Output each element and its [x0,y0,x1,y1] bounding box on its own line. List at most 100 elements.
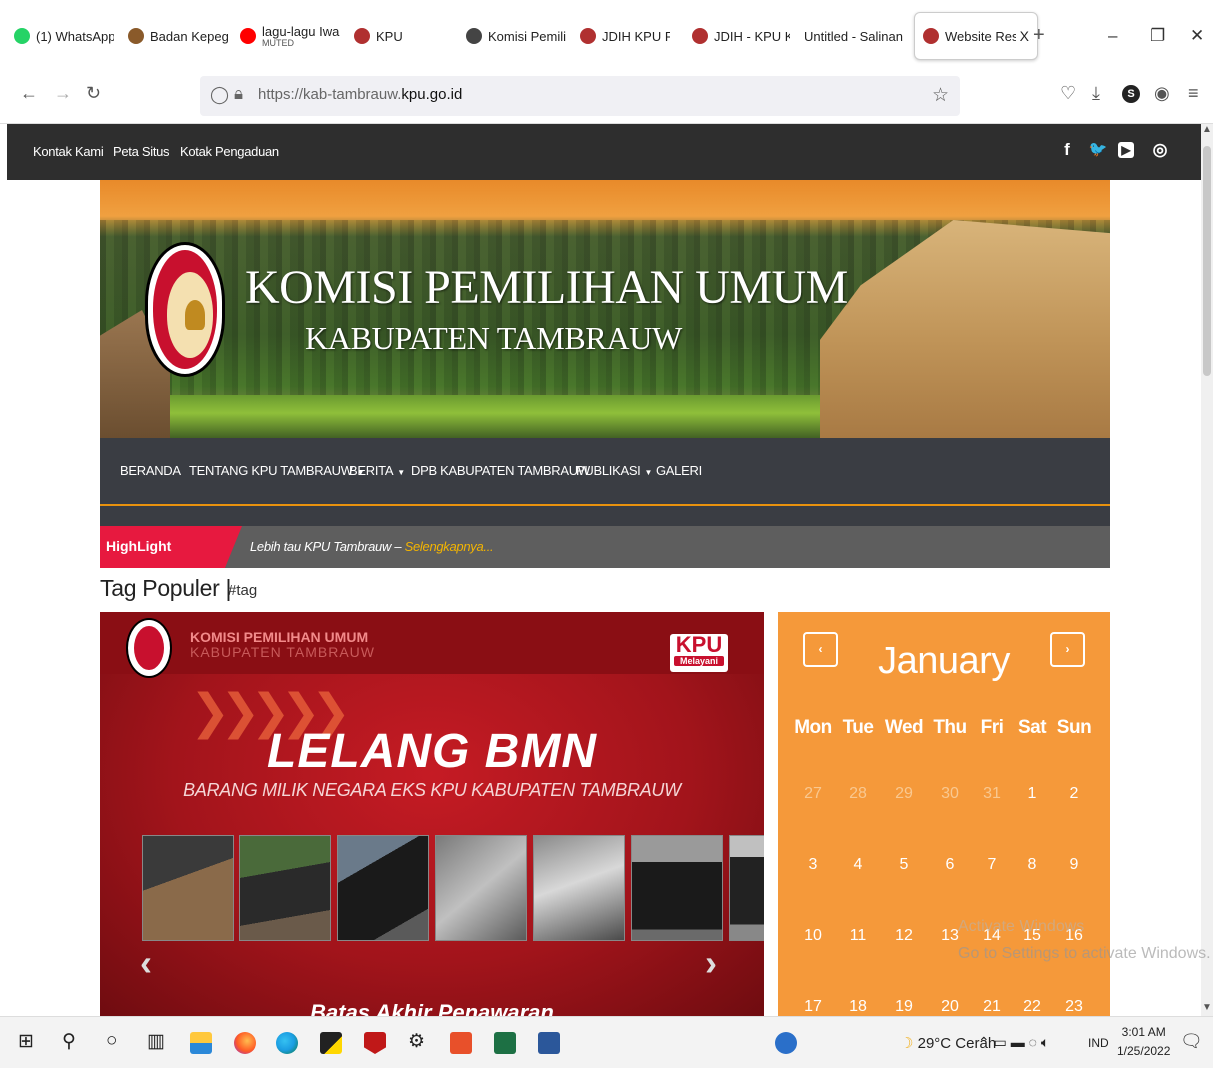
calendar-day[interactable]: 8 [1009,856,1055,874]
account-icon[interactable]: S [1122,85,1140,103]
browser-tab[interactable]: JDIH KPU RI [580,14,670,58]
reload-icon[interactable]: ↻ [86,83,101,104]
shield-icon[interactable]: ◯ [210,85,229,105]
browser-tab[interactable]: JDIH - KPU KOTA [692,14,790,58]
calendar-day[interactable]: 1 [1009,785,1055,803]
slider-org-name: KOMISI PEMILIHAN UMUM [190,629,369,645]
download-icon[interactable]: ⤓ [1092,83,1100,104]
new-tab-button[interactable]: + [1033,24,1045,47]
tab-title: lagu-lagu Iwan F [262,24,340,39]
menu-publikasi[interactable]: PUBLIKASI ▼ [576,463,652,478]
menu-dpb-kabupaten-tambrauw[interactable]: DPB KABUPATEN TAMBRAUW [411,463,590,478]
calendar-day[interactable]: 30 [927,785,973,803]
close-window-button[interactable]: ✕ [1190,26,1204,46]
calendar-day[interactable]: 11 [835,927,881,945]
facebook-icon[interactable]: f [1056,140,1078,162]
toplink-peta-situs[interactable]: Peta Situs [113,144,170,159]
address-bar[interactable]: ◯ 🔒︎ https://kab-tambrauw.kpu.go.id ☆ [200,76,960,116]
menu-berita[interactable]: BERITA ▼ [349,463,405,478]
calendar-day[interactable]: 23 [1051,998,1097,1016]
browser-navigation-bar: ← → ↻ ◯ 🔒︎ https://kab-tambrauw.kpu.go.i… [0,68,1213,124]
browser-tab[interactable]: KPU [354,14,444,58]
whatsapp-icon [14,28,30,44]
back-icon[interactable]: ← [20,83,38,104]
twitter-icon[interactable]: 🐦 [1087,140,1109,162]
kpu-logo-icon [692,28,708,44]
task-view-icon[interactable]: ▥ [147,1030,165,1053]
calendar-day[interactable]: 29 [881,785,927,803]
calendar-day[interactable]: 9 [1051,856,1097,874]
search-icon[interactable]: ⚲ [62,1030,76,1053]
system-tray[interactable]: ⌃ ▭ ▬ ◌ 🔈︎ [978,1034,1049,1051]
minimize-button[interactable]: – [1108,26,1117,46]
menu-galeri[interactable]: GALERI [656,463,702,478]
mcafee-icon[interactable] [364,1032,386,1054]
calendar-day[interactable]: 27 [790,785,836,803]
lock-icon[interactable]: 🔒︎ [234,84,243,104]
calendar-day[interactable]: 12 [881,927,927,945]
taskbar-clock[interactable]: 3:01 AM 1/25/2022 [1117,1023,1170,1061]
activation-watermark-title: Activate Windows [958,918,1085,935]
maximize-button[interactable]: ❐ [1150,26,1165,46]
windows-start-icon[interactable]: ⊞ [18,1030,34,1053]
menu-beranda[interactable]: BERANDA [120,463,181,478]
instagram-icon[interactable]: ◎ [1149,140,1171,162]
notification-icon[interactable]: 🗨︎ [1180,1031,1203,1052]
cortana-icon[interactable]: ○ [106,1030,117,1052]
calendar-day[interactable]: 3 [790,856,836,874]
slide-photo-monitors [631,835,723,941]
extension-icon[interactable]: ◉ [1154,83,1170,104]
url-text[interactable]: https://kab-tambrauw.kpu.go.id [258,86,462,103]
kpu-logo-icon [923,28,939,44]
calendar-day[interactable]: 6 [927,856,973,874]
close-tab-button[interactable]: X [1020,28,1029,44]
firefox-icon[interactable] [234,1032,256,1054]
edge-icon[interactable] [276,1032,298,1054]
scroll-up-icon[interactable]: ▲ [1202,124,1212,135]
news-slider[interactable]: KOMISI PEMILIHAN UMUM KABUPATEN TAMBRAUW… [100,612,764,1016]
calendar-day[interactable]: 18 [835,998,881,1016]
calendar-next-button[interactable]: › [1050,632,1085,667]
settings-icon[interactable]: ⚙ [408,1030,425,1053]
foxit-icon[interactable] [450,1032,472,1054]
calendar-day[interactable]: 19 [881,998,927,1016]
highlight-read-more-link[interactable]: Selengkapnya... [405,539,494,554]
calendar-day[interactable]: 4 [835,856,881,874]
page-scrollbar[interactable]: ▲ ▼ [1201,124,1213,1016]
menu-icon[interactable]: ≡ [1188,83,1199,104]
browser-tab[interactable]: lagu-lagu Iwan FMUTED [240,14,340,58]
toplink-kotak-pengaduan[interactable]: Kotak Pengaduan [180,144,279,159]
file-explorer-icon[interactable] [190,1032,212,1054]
browser-tab[interactable]: (1) WhatsApp [14,14,114,58]
browser-tab[interactable]: Untitled - Salinan Si [804,14,904,58]
browser-tab[interactable]: Website ResmiX [914,12,1038,60]
help-icon[interactable] [775,1032,797,1054]
menu-tentang-kpu-tambrauw[interactable]: TENTANG KPU TAMBRAUW ▼ [189,463,365,478]
pkp-icon [466,28,482,44]
calendar-day[interactable]: 10 [790,927,836,945]
calendar-day[interactable]: 28 [835,785,881,803]
tab-muted-label: MUTED [262,38,294,48]
tab-title: Komisi Pemiliha [488,28,566,44]
forward-icon[interactable]: → [54,83,72,104]
browser-tab[interactable]: Komisi Pemiliha [466,14,566,58]
input-language-indicator[interactable]: IND [1088,1036,1109,1050]
calendar-day[interactable]: 20 [927,998,973,1016]
excel-icon[interactable] [494,1032,516,1054]
slider-prev-button[interactable]: ‹ [140,942,152,984]
browser-tab[interactable]: Badan Kepegaw [128,14,228,58]
tag-link[interactable]: #tag [228,582,257,599]
pocket-icon[interactable]: ♡ [1060,83,1076,104]
calendar-day[interactable]: 17 [790,998,836,1016]
slider-next-button[interactable]: › [705,942,717,984]
calendar-day[interactable]: 2 [1051,785,1097,803]
calendar-day[interactable]: 5 [881,856,927,874]
word-icon[interactable] [538,1032,560,1054]
sticky-notes-icon[interactable] [320,1032,342,1054]
toplink-kontak-kami[interactable]: Kontak Kami [33,144,104,159]
bookmark-star-icon[interactable]: ☆ [932,84,949,107]
calendar-day[interactable]: 22 [1009,998,1055,1016]
youtube-icon[interactable]: ▶ [1118,142,1134,158]
scrollbar-thumb[interactable] [1203,146,1211,376]
scroll-down-icon[interactable]: ▼ [1202,1002,1212,1013]
